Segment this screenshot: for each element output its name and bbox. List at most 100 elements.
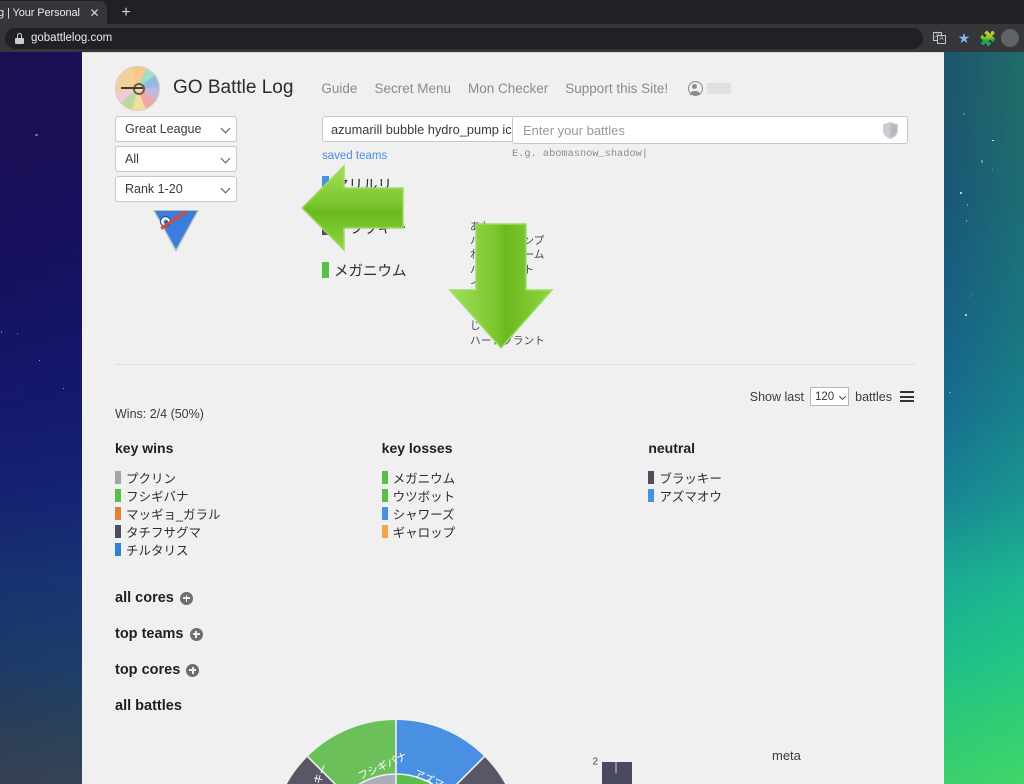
list-item[interactable]: タチフサグマ <box>115 522 382 540</box>
scope-select-value: All <box>125 152 139 166</box>
hamburger-icon[interactable] <box>900 390 914 403</box>
browser-chrome: og | Your Personal Bat ✕ + gobattlelog.c… <box>0 0 1024 52</box>
main-nav: Guide Secret Menu Mon Checker Support th… <box>321 81 668 96</box>
nav-item-support[interactable]: Support this Site! <box>565 81 668 96</box>
move-list: あわ ハイドロポンプ れいとうビーム バークアウト イカサマ とっておき つるの… <box>470 220 600 348</box>
type-color-tag <box>381 488 388 502</box>
accordion-all-battles[interactable]: all battles <box>115 688 203 724</box>
wins-summary: Wins: 2/4 (50%) <box>115 407 204 421</box>
column-title: key losses <box>381 440 453 456</box>
new-tab-button[interactable]: + <box>116 3 136 23</box>
chevron-down-icon <box>220 183 231 194</box>
chevron-down-icon <box>220 153 231 164</box>
battle-count-select[interactable]: 120 <box>809 387 850 406</box>
mon-name: アズマオウ <box>659 489 722 504</box>
list-item[interactable]: ブラッキー <box>648 468 915 486</box>
accordion-label: top teams <box>115 626 184 642</box>
team-member[interactable]: マリルリ <box>322 174 590 217</box>
type-color-tag <box>115 506 121 520</box>
list-item[interactable]: チルタリス <box>115 540 382 558</box>
list-item[interactable]: マッギョ_ガラル <box>115 504 382 522</box>
plus-icon[interactable] <box>186 663 200 677</box>
show-last-label: Show last <box>749 389 804 404</box>
error-bar <box>615 762 617 773</box>
nav-item-guide[interactable]: Guide <box>321 81 357 96</box>
browser-tab[interactable]: og | Your Personal Bat ✕ <box>0 1 107 24</box>
move-item: とっておき <box>470 292 523 305</box>
nav-item-mon-checker[interactable]: Mon Checker <box>468 81 548 96</box>
list-item[interactable]: メガニウム <box>381 468 649 486</box>
translate-icon[interactable]: 文A <box>929 27 951 49</box>
move-item: バークアウト <box>470 263 535 276</box>
move-item: れいとうビーム <box>470 249 545 262</box>
rank-select[interactable]: Rank 1-20 <box>115 176 237 202</box>
mon-name: ウツボット <box>392 489 456 504</box>
mon-name: フシギバナ <box>126 489 189 504</box>
extensions-puzzle-icon[interactable]: 🧩 <box>977 27 999 49</box>
site-header: GO Battle Log Guide Secret Menu Mon Chec… <box>115 56 915 120</box>
brand-title: GO Battle Log <box>173 77 294 98</box>
bar[interactable] <box>602 762 632 784</box>
move-item: イカサマ <box>470 277 513 290</box>
plus-icon[interactable] <box>179 591 193 605</box>
list-item[interactable]: プクリン <box>115 468 382 486</box>
bookmark-star-icon[interactable]: ★ <box>953 27 975 49</box>
column-key-losses: key losses メガニウム ウツボット シャワーズ ギャロップ <box>381 440 649 558</box>
accordion-label: all battles <box>115 698 182 714</box>
accordion-list: all cores top teams top cores all battle… <box>115 580 203 724</box>
scope-select[interactable]: All <box>115 146 237 172</box>
mon-name: ギャロップ <box>392 525 456 540</box>
chevron-down-icon <box>839 392 847 401</box>
column-title: neutral <box>648 440 696 456</box>
move-item: あわ <box>470 221 492 233</box>
address-bar[interactable]: gobattlelog.com <box>5 27 923 49</box>
chart-title-meta: meta <box>772 748 801 763</box>
mon-name: ブラッキー <box>659 471 722 486</box>
lock-icon <box>15 32 24 44</box>
matchup-columns: key wins プクリン フシギバナ マッギョ_ガラル タチフサグマ チルタリ… <box>115 440 915 558</box>
tab-title: og | Your Personal Bat <box>0 6 82 19</box>
site-logo-icon[interactable] <box>115 65 160 111</box>
move-item: じしん <box>470 320 503 333</box>
column-title: key wins <box>115 440 174 456</box>
sunburst-chart[interactable]: ブラッキー フシギバナ アズマオウ ブラッキー プクリン メガニウム <box>265 714 527 784</box>
accordion-top-teams[interactable]: top teams <box>115 616 203 652</box>
battles-hint: E.g. abomasnow_shadow| <box>512 148 648 160</box>
account-name-placeholder <box>707 82 732 94</box>
great-league-badge-icon <box>153 210 199 256</box>
toolbar: gobattlelog.com 文A ★ 🧩 <box>0 24 1024 52</box>
move-item: つるのムチ <box>470 306 524 319</box>
type-color-tag <box>115 470 121 484</box>
battles-input-placeholder: Enter your battles <box>523 122 625 138</box>
plus-icon[interactable] <box>189 627 203 641</box>
mon-name: シャワーズ <box>392 507 455 522</box>
column-neutral: neutral ブラッキー アズマオウ <box>648 440 915 558</box>
team-member-name: メガニウム <box>334 264 407 280</box>
page-content: GO Battle Log Guide Secret Menu Mon Chec… <box>82 52 944 784</box>
accordion-top-cores[interactable]: top cores <box>115 652 203 688</box>
profile-avatar[interactable] <box>1001 29 1019 47</box>
team-member-name: マリルリ <box>334 178 392 194</box>
league-select[interactable]: Great League <box>115 116 237 142</box>
list-item[interactable]: シャワーズ <box>381 504 649 522</box>
tab-strip: og | Your Personal Bat ✕ + <box>0 0 1024 24</box>
shield-icon <box>883 122 898 139</box>
mon-name: メガニウム <box>392 471 456 486</box>
accordion-label: top cores <box>115 662 181 678</box>
close-icon[interactable]: ✕ <box>88 7 101 19</box>
type-color-tag <box>115 524 121 538</box>
list-item[interactable]: フシギバナ <box>115 486 382 504</box>
nav-item-secret-menu[interactable]: Secret Menu <box>374 81 451 96</box>
team-member-name: ブラッキー <box>334 221 407 237</box>
accordion-all-cores[interactable]: all cores <box>115 580 203 616</box>
list-item[interactable]: ギャロップ <box>381 522 649 540</box>
rank-select-value: Rank 1-20 <box>125 182 183 196</box>
list-item[interactable]: アズマオウ <box>648 486 915 504</box>
list-item[interactable]: ウツボット <box>381 486 649 504</box>
type-color-tag <box>648 470 655 484</box>
account-area[interactable] <box>688 80 732 96</box>
battles-input[interactable]: Enter your battles <box>512 116 908 144</box>
accordion-label: all cores <box>115 590 174 606</box>
type-color-tag <box>115 488 121 502</box>
type-color-tag <box>322 176 329 192</box>
